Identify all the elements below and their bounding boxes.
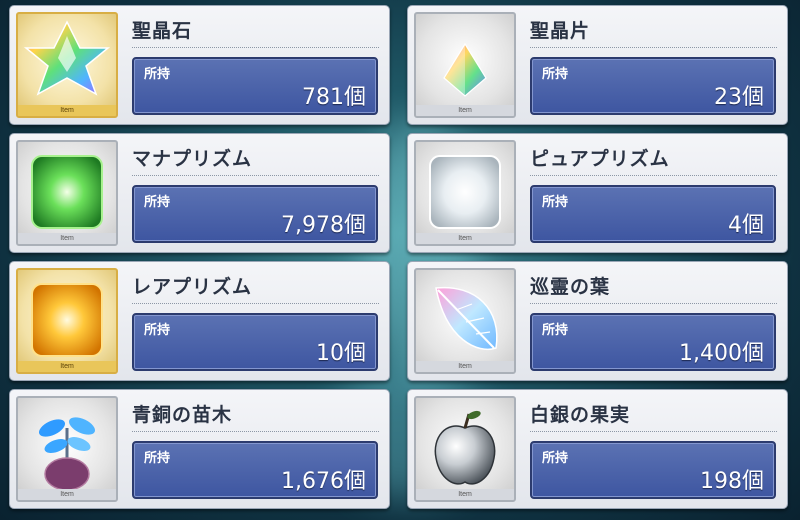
item-name: レアプリズム (132, 276, 253, 298)
held-count: 23個 (714, 85, 764, 110)
item-thumbnail: Item (16, 140, 118, 246)
held-label: 所持 (542, 195, 569, 210)
held-label: 所持 (144, 451, 171, 466)
divider (132, 175, 379, 176)
item-tag: Item (18, 233, 116, 244)
held-count: 4個 (728, 213, 764, 238)
spirit-leaf-icon (435, 286, 498, 350)
held-count: 1,400個 (679, 341, 764, 366)
rare-prism-icon (31, 283, 103, 357)
pure-prism-icon (429, 155, 501, 229)
divider (132, 431, 379, 432)
held-count-panel: 所持 198個 (530, 441, 776, 499)
held-count-panel: 所持 1,400個 (530, 313, 776, 371)
divider (530, 431, 777, 432)
held-label: 所持 (542, 67, 569, 82)
held-count: 781個 (302, 85, 366, 110)
item-name: 巡霊の葉 (530, 276, 611, 298)
item-thumbnail: Item (414, 268, 516, 374)
held-count: 198個 (700, 469, 764, 494)
item-card-spirit-leaf[interactable]: Item 巡霊の葉 所持 1,400個 (407, 261, 788, 381)
held-count: 1,676個 (281, 469, 366, 494)
item-card-silver-fruit[interactable]: Item 白銀の果実 所持 198個 (407, 389, 788, 509)
item-card-saint-quartz-fragment[interactable]: Item 聖晶片 所持 23個 (407, 5, 788, 125)
item-tag: Item (416, 233, 514, 244)
item-tag: Item (18, 489, 116, 500)
item-card-saint-quartz[interactable]: Item 聖晶石 所持 781個 (9, 5, 390, 125)
item-card-rare-prism[interactable]: Item レアプリズム 所持 10個 (9, 261, 390, 381)
saint-quartz-icon (23, 20, 111, 96)
held-label: 所持 (144, 67, 171, 82)
held-count: 10個 (316, 341, 366, 366)
mana-prism-icon (31, 155, 103, 229)
item-thumbnail: Item (414, 12, 516, 118)
saint-quartz-fragment-icon (443, 42, 487, 97)
bronze-sapling-icon (38, 417, 96, 491)
silver-fruit-icon (434, 410, 496, 485)
divider (132, 303, 379, 304)
held-count-panel: 所持 781個 (132, 57, 378, 115)
divider (132, 47, 379, 48)
item-thumbnail: Item (16, 12, 118, 118)
item-thumbnail: Item (16, 268, 118, 374)
item-thumbnail: Item (414, 140, 516, 246)
item-name: 聖晶片 (530, 20, 591, 42)
held-count-panel: 所持 10個 (132, 313, 378, 371)
held-count-panel: 所持 1,676個 (132, 441, 378, 499)
item-card-pure-prism[interactable]: Item ピュアプリズム 所持 4個 (407, 133, 788, 253)
held-count-panel: 所持 7,978個 (132, 185, 378, 243)
held-count-panel: 所持 4個 (530, 185, 776, 243)
held-count-panel: 所持 23個 (530, 57, 776, 115)
held-label: 所持 (144, 195, 171, 210)
item-name: 青銅の苗木 (132, 404, 233, 426)
item-thumbnail: Item (414, 396, 516, 502)
divider (530, 303, 777, 304)
held-count: 7,978個 (281, 213, 366, 238)
divider (530, 175, 777, 176)
held-label: 所持 (542, 323, 569, 338)
item-card-bronze-sapling[interactable]: Item 青銅の苗木 所持 1,676個 (9, 389, 390, 509)
held-label: 所持 (144, 323, 171, 338)
item-tag: Item (416, 489, 514, 500)
divider (530, 47, 777, 48)
item-name: マナプリズム (132, 148, 253, 170)
item-thumbnail: Item (16, 396, 118, 502)
item-name: ピュアプリズム (530, 148, 670, 170)
item-name: 聖晶石 (132, 20, 193, 42)
item-tag: Item (416, 105, 514, 116)
item-tag: Item (18, 105, 116, 116)
item-card-mana-prism[interactable]: Item マナプリズム 所持 7,978個 (9, 133, 390, 253)
item-name: 白銀の果実 (530, 404, 631, 426)
item-tag: Item (18, 361, 116, 372)
item-tag: Item (416, 361, 514, 372)
held-label: 所持 (542, 451, 569, 466)
